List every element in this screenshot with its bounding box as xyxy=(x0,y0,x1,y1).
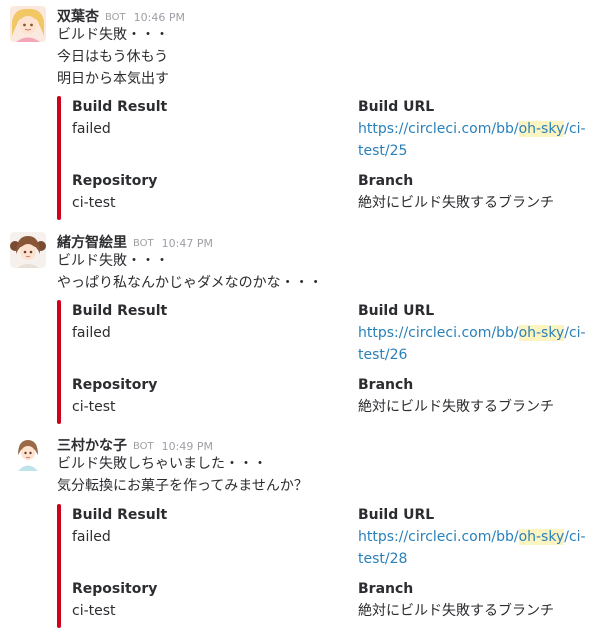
message-header: 双葉杏 BOT 10:46 PM xyxy=(57,6,185,26)
build-url-title: Build URL xyxy=(358,507,435,523)
url-highlight: oh-sky xyxy=(518,325,565,341)
repository-title: Repository xyxy=(72,377,158,393)
message-line: ビルド失敗・・・ xyxy=(57,27,169,43)
build-url-link[interactable]: https://circleci.com/bb/oh-sky/ci-test/2… xyxy=(358,118,588,162)
build-url-title: Build URL xyxy=(358,99,435,115)
branch-value: 絶対にビルド失敗するブランチ xyxy=(358,603,554,619)
repository-value: ci-test xyxy=(72,195,116,211)
build-result-title: Build Result xyxy=(72,303,168,319)
build-result-value: failed xyxy=(72,325,111,341)
branch-value: 絶対にビルド失敗するブランチ xyxy=(358,399,554,415)
url-prefix: https://circleci.com/bb/ xyxy=(358,529,519,545)
branch-title: Branch xyxy=(358,173,414,189)
url-highlight: oh-sky xyxy=(518,529,565,545)
bot-badge: BOT xyxy=(105,12,126,23)
repository-value: ci-test xyxy=(72,399,116,415)
build-url-title: Build URL xyxy=(358,303,435,319)
branch-title: Branch xyxy=(358,377,414,393)
message-line: ビルド失敗しちゃいました・・・ xyxy=(57,456,267,472)
build-url-link[interactable]: https://circleci.com/bb/oh-sky/ci-test/2… xyxy=(358,322,588,366)
build-attachment: Build Result failed Build URL https://ci… xyxy=(57,300,587,424)
bot-badge: BOT xyxy=(133,238,154,249)
message-line: ビルド失敗・・・ xyxy=(57,253,169,269)
timestamp[interactable]: 10:49 PM xyxy=(162,440,213,453)
repository-title: Repository xyxy=(72,581,158,597)
sender-name[interactable]: 双葉杏 xyxy=(57,9,99,25)
bot-badge: BOT xyxy=(133,441,154,452)
build-result-title: Build Result xyxy=(72,99,168,115)
message-line: やっぱり私なんかじゃダメなのかな・・・ xyxy=(57,275,323,291)
build-attachment: Build Result failed Build URL https://ci… xyxy=(57,504,587,628)
build-attachment: Build Result failed Build URL https://ci… xyxy=(57,96,587,220)
url-prefix: https://circleci.com/bb/ xyxy=(358,325,519,341)
build-result-title: Build Result xyxy=(72,507,168,523)
branch-title: Branch xyxy=(358,581,414,597)
repository-title: Repository xyxy=(72,173,158,189)
attachment-color-bar xyxy=(57,504,61,628)
message-header: 緒方智絵里 BOT 10:47 PM xyxy=(57,232,213,252)
build-result-value: failed xyxy=(72,529,111,545)
message-line: 今日はもう休もう xyxy=(57,49,169,65)
repository-value: ci-test xyxy=(72,603,116,619)
message-header: 三村かな子 BOT 10:49 PM xyxy=(57,435,213,455)
url-prefix: https://circleci.com/bb/ xyxy=(358,121,519,137)
build-result-value: failed xyxy=(72,121,111,137)
build-url-link[interactable]: https://circleci.com/bb/oh-sky/ci-test/2… xyxy=(358,526,588,570)
timestamp[interactable]: 10:46 PM xyxy=(134,11,185,24)
message-line: 気分転換にお菓子を作ってみませんか？ xyxy=(57,478,308,494)
attachment-color-bar xyxy=(57,300,61,424)
attachment-color-bar xyxy=(57,96,61,220)
timestamp[interactable]: 10:47 PM xyxy=(162,237,213,250)
sender-name[interactable]: 緒方智絵里 xyxy=(57,235,127,251)
branch-value: 絶対にビルド失敗するブランチ xyxy=(358,195,554,211)
avatar[interactable] xyxy=(10,6,46,42)
url-highlight: oh-sky xyxy=(518,121,565,137)
avatar[interactable] xyxy=(10,435,46,471)
sender-name[interactable]: 三村かな子 xyxy=(57,438,127,454)
avatar[interactable] xyxy=(10,232,46,268)
message-line: 明日から本気出す xyxy=(57,71,169,87)
